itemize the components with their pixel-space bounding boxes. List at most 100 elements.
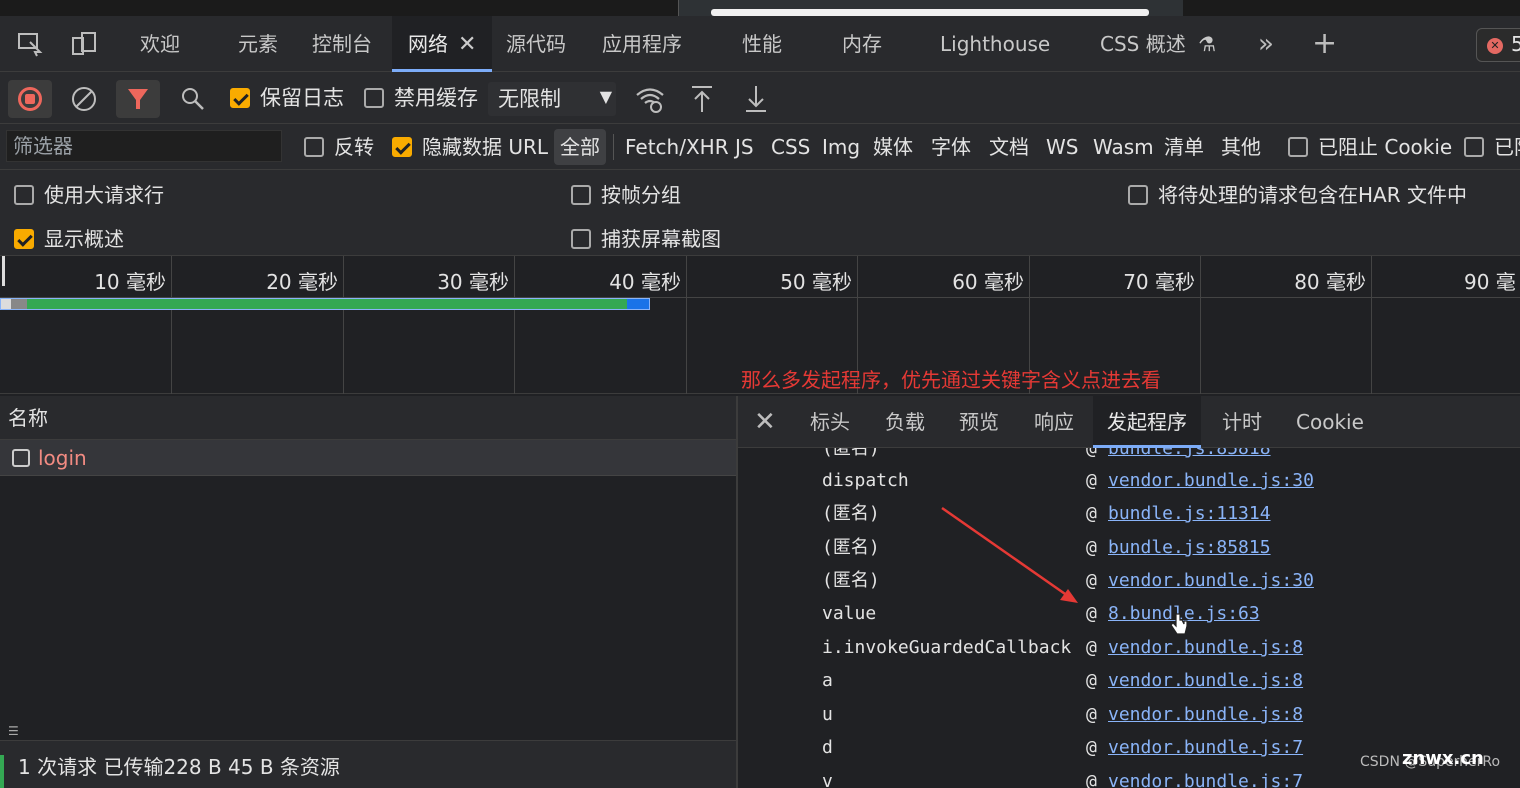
type-filter-ws[interactable]: WS	[1046, 124, 1078, 170]
request-details-tabs: ✕ 标头 负载 预览 响应 发起程序 计时 Cookie	[738, 396, 1520, 448]
tab-elements[interactable]: 元素	[238, 16, 278, 72]
close-details-icon[interactable]: ✕	[754, 396, 776, 448]
stack-function: value	[822, 603, 877, 624]
stack-source-link[interactable]: vendor.bundle.js:30	[1108, 464, 1314, 498]
tab-preview[interactable]: 预览	[959, 396, 999, 448]
timeline-gridline	[514, 256, 515, 394]
clear-icon[interactable]	[70, 72, 98, 124]
show-overview-check-icon	[14, 229, 34, 249]
tab-memory[interactable]: 内存	[842, 16, 882, 72]
add-tab-plus-icon[interactable]: +	[1312, 16, 1337, 72]
show-overview-checkbox[interactable]: 显示概述	[14, 223, 124, 252]
filter-toggle-button[interactable]	[116, 80, 160, 118]
tab-application[interactable]: 应用程序	[602, 16, 682, 72]
tab-console[interactable]: 控制台	[312, 16, 372, 72]
list-item: i.invokeGuardedCallback @ vendor.bundle.js…	[738, 631, 1520, 665]
tab-timing[interactable]: 计时	[1222, 396, 1262, 448]
stack-source-link[interactable]: bundle.js:11314	[1108, 497, 1271, 531]
stack-source-link[interactable]: vendor.bundle.js:30	[1108, 564, 1314, 598]
type-filter-font[interactable]: 字体	[931, 124, 971, 170]
filter-input[interactable]: 筛选器	[6, 130, 282, 162]
tab-sources[interactable]: 源代码	[506, 16, 566, 72]
timeline-gridline	[686, 256, 687, 394]
invert-checkbox[interactable]: 反转	[304, 124, 374, 170]
tab-welcome[interactable]: 欢迎	[140, 16, 180, 72]
list-item: a @ vendor.bundle.js:8	[738, 664, 1520, 698]
import-har-upload-icon[interactable]	[690, 72, 714, 124]
search-icon[interactable]	[180, 72, 206, 124]
preserve-log-checkbox[interactable]: 保留日志	[230, 72, 344, 124]
type-filter-fetch-xhr[interactable]: Fetch/XHR	[625, 124, 729, 170]
invert-check-icon	[304, 137, 324, 157]
stack-source-link[interactable]: vendor.bundle.js:8	[1108, 631, 1303, 665]
stack-source-link[interactable]: vendor.bundle.js:7	[1108, 765, 1303, 788]
throttling-select[interactable]: 无限制 ▼	[488, 82, 616, 116]
preserve-log-check-icon	[230, 88, 250, 108]
stack-source-link[interactable]: vendor.bundle.js:8	[1108, 698, 1303, 732]
timeline-tick-label: 30 毫秒	[437, 270, 509, 294]
more-tabs-chevron-icon[interactable]: »	[1258, 16, 1274, 72]
network-conditions-wifi-icon[interactable]	[634, 72, 666, 124]
network-settings-panel: 使用大请求行 按帧分组 将待处理的请求包含在HAR 文件中 显示概述 捕获屏幕截…	[0, 170, 1520, 256]
type-filter-other[interactable]: 其他	[1221, 124, 1261, 170]
tab-response[interactable]: 响应	[1034, 396, 1074, 448]
large-rows-checkbox[interactable]: 使用大请求行	[14, 179, 164, 208]
stop-recording-button[interactable]	[8, 80, 52, 118]
tab-performance[interactable]: 性能	[742, 16, 782, 72]
type-filter-doc[interactable]: 文档	[989, 124, 1029, 170]
inspect-element-icon[interactable]	[16, 16, 44, 72]
hand-cursor-icon	[1170, 613, 1188, 635]
preserve-log-label: 保留日志	[260, 86, 344, 110]
timeline-gridline	[343, 256, 344, 394]
table-row[interactable]: login	[0, 440, 736, 476]
stack-source-link[interactable]: bundle.js:85815	[1108, 531, 1271, 565]
group-by-frame-checkbox[interactable]: 按帧分组	[571, 179, 681, 208]
at-sign: @	[1086, 470, 1097, 491]
error-count-badge[interactable]: ✕ 5	[1476, 28, 1520, 62]
tab-headers[interactable]: 标头	[810, 396, 850, 448]
tab-initiator[interactable]: 发起程序	[1093, 396, 1201, 448]
timeline-tick-label: 90 毫	[1464, 270, 1516, 294]
stack-function: d	[822, 737, 833, 758]
timeline-tick-label: 50 毫秒	[780, 270, 852, 294]
blocked-requests-checkbox[interactable]: 已阻	[1464, 124, 1520, 170]
group-by-frame-check-icon	[571, 185, 591, 205]
row-select-checkbox[interactable]	[12, 449, 30, 467]
timeline-start-handle[interactable]	[2, 256, 5, 286]
show-overview-label: 显示概述	[44, 227, 124, 251]
network-status-bar: 1 次请求 已传输228 B 45 B 条资源	[0, 740, 736, 788]
hide-data-urls-checkbox[interactable]: 隐藏数据 URL	[392, 124, 548, 170]
list-item: (匿名) @ vendor.bundle.js:30	[738, 564, 1520, 598]
type-filter-wasm[interactable]: Wasm	[1093, 124, 1154, 170]
capture-screenshots-checkbox[interactable]: 捕获屏幕截图	[571, 223, 721, 252]
tab-cookies[interactable]: Cookie	[1296, 396, 1364, 448]
type-filter-all[interactable]: 全部	[554, 129, 606, 165]
tab-lighthouse[interactable]: Lighthouse	[940, 16, 1050, 72]
disable-cache-checkbox[interactable]: 禁用缓存	[364, 72, 478, 124]
blocked-cookies-checkbox[interactable]: 已阻止 Cookie	[1288, 124, 1452, 170]
type-filter-js[interactable]: JS	[735, 124, 754, 170]
timeline-gridline	[171, 256, 172, 394]
stack-function: u	[822, 704, 833, 725]
tab-payload[interactable]: 负载	[885, 396, 925, 448]
list-item: u @ vendor.bundle.js:8	[738, 698, 1520, 732]
blocked-requests-label: 已阻	[1494, 135, 1520, 159]
type-filter-manifest[interactable]: 清单	[1164, 124, 1204, 170]
close-tab-icon[interactable]: ✕	[458, 32, 476, 57]
tab-css-overview[interactable]: CSS 概述 ⚗	[1100, 16, 1216, 72]
blocked-requests-check-icon	[1464, 137, 1484, 157]
stack-source-link[interactable]: vendor.bundle.js:8	[1108, 664, 1303, 698]
device-toolbar-icon[interactable]	[70, 16, 98, 72]
type-filter-css[interactable]: CSS	[771, 124, 810, 170]
har-include-checkbox[interactable]: 将待处理的请求包含在HAR 文件中	[1128, 179, 1467, 208]
status-indicator	[0, 755, 4, 788]
type-filter-img[interactable]: Img	[822, 124, 860, 170]
name-column-header[interactable]: 名称	[0, 396, 736, 440]
tab-network[interactable]: 网络 ✕	[392, 16, 493, 72]
list-item: value @8.bundle.js:63	[738, 597, 1520, 631]
type-filter-media[interactable]: 媒体	[873, 124, 913, 170]
stack-source-link[interactable]: vendor.bundle.js:7	[1108, 731, 1303, 765]
list-icon[interactable]: ☰	[8, 724, 19, 738]
timeline-gridline	[1200, 256, 1201, 394]
export-har-download-icon[interactable]	[744, 72, 768, 124]
